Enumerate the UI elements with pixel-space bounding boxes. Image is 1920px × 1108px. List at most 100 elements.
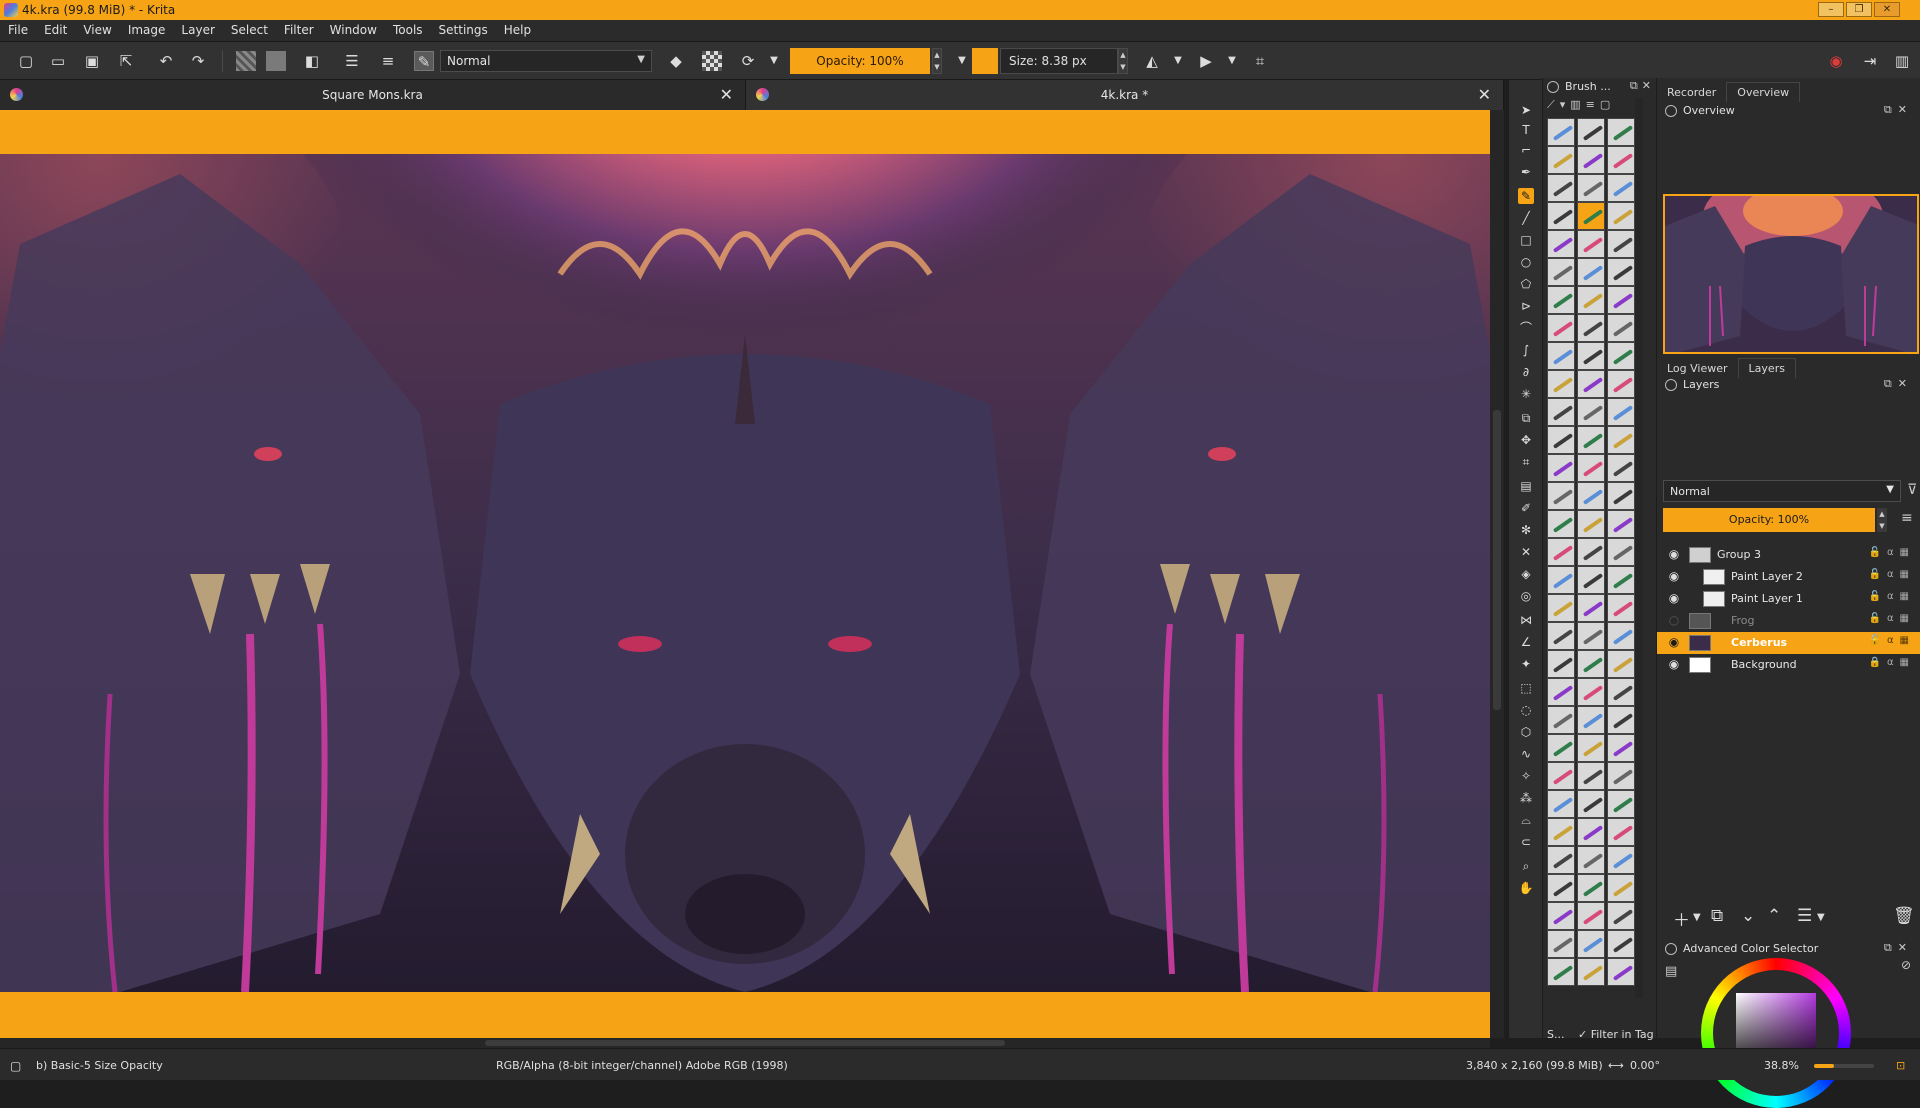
tab-recorder[interactable]: Recorder: [1657, 83, 1726, 103]
horizontal-scrollbar[interactable]: [0, 1038, 1490, 1048]
brush-search-label[interactable]: S...: [1547, 1028, 1564, 1041]
brush-preset-item[interactable]: [1577, 762, 1605, 790]
mirror-horizontal-icon[interactable]: ◭: [1142, 51, 1162, 71]
opacity-spinner[interactable]: ▲ ▼: [932, 48, 942, 74]
menu-settings[interactable]: Settings: [431, 20, 496, 42]
pan-tool-icon[interactable]: ✋: [1518, 880, 1534, 896]
color-sampler-tool-icon[interactable]: ✐: [1518, 500, 1534, 516]
brush-preset-item[interactable]: [1577, 622, 1605, 650]
freehand-brush-tool-icon[interactable]: ✎: [1518, 188, 1534, 204]
eraser-icon[interactable]: ◆: [666, 51, 686, 71]
brush-preset-item[interactable]: [1577, 230, 1605, 258]
visibility-eye-icon[interactable]: ◉: [1667, 657, 1681, 671]
assistant-tool-icon[interactable]: ⋈: [1518, 612, 1534, 628]
close-icon[interactable]: ✕: [1478, 85, 1491, 104]
brush-preset-item[interactable]: [1547, 594, 1575, 622]
layer-opacity-spinner[interactable]: ▲ ▼: [1877, 508, 1887, 532]
chevron-down-icon[interactable]: ▼: [952, 51, 972, 71]
layer-flags[interactable]: 🔓α▦: [1869, 569, 1916, 580]
multibrush-tool-icon[interactable]: ✳: [1518, 386, 1534, 402]
brush-preset-item[interactable]: [1547, 398, 1575, 426]
brush-preset-item[interactable]: [1607, 482, 1635, 510]
mirror-vertical-icon[interactable]: ▶: [1196, 51, 1216, 71]
brush-preset-item[interactable]: [1547, 790, 1575, 818]
dynamic-brush-tool-icon[interactable]: ∂: [1518, 364, 1534, 380]
workspace-icon[interactable]: ▥: [1892, 51, 1912, 71]
brush-preset-item[interactable]: [1577, 650, 1605, 678]
layer-blend-mode-select[interactable]: Normal ▼: [1663, 480, 1901, 502]
close-icon[interactable]: ✕: [720, 85, 733, 104]
brush-preset-item[interactable]: [1607, 314, 1635, 342]
maximize-button[interactable]: ❐: [1846, 2, 1872, 17]
brush-preset-item[interactable]: [1607, 706, 1635, 734]
brush-preset-item[interactable]: [1607, 538, 1635, 566]
layer-flags[interactable]: 🔓α▦: [1869, 591, 1916, 602]
brush-preset-item[interactable]: [1577, 734, 1605, 762]
brush-preset-item[interactable]: [1607, 426, 1635, 454]
brush-preset-item[interactable]: [1547, 734, 1575, 762]
brush-preset-item[interactable]: [1547, 314, 1575, 342]
size-spinner[interactable]: ▲ ▼: [1118, 48, 1128, 74]
menu-image[interactable]: Image: [120, 20, 174, 42]
brush-preset-item[interactable]: [1547, 818, 1575, 846]
brush-preset-item[interactable]: [1577, 174, 1605, 202]
gradient-swatch[interactable]: [236, 51, 256, 71]
brush-preset-item[interactable]: [1607, 650, 1635, 678]
menu-filter[interactable]: Filter: [276, 20, 322, 42]
layer-flags[interactable]: 🔓α▦: [1869, 635, 1916, 646]
layer-opacity-slider[interactable]: Opacity: 100%: [1663, 508, 1875, 532]
brush-preset-item[interactable]: [1547, 874, 1575, 902]
brush-preset-item[interactable]: [1577, 678, 1605, 706]
brush-preset-item[interactable]: [1547, 258, 1575, 286]
duplicate-layer-icon[interactable]: ⧉: [1711, 906, 1723, 926]
menu-help[interactable]: Help: [496, 20, 539, 42]
delete-layer-icon[interactable]: 🗑: [1893, 906, 1915, 926]
layer-row-paint-layer-2[interactable]: ◉ Paint Layer 2 🔓α▦: [1657, 566, 1920, 588]
brush-preset-item[interactable]: [1607, 594, 1635, 622]
menu-file[interactable]: File: [0, 20, 36, 42]
chevron-down-icon[interactable]: ▼: [1817, 912, 1825, 923]
brush-preset-item[interactable]: [1577, 482, 1605, 510]
brush-preset-item[interactable]: [1577, 426, 1605, 454]
text-tool-icon[interactable]: T: [1518, 122, 1534, 138]
brush-preset-item[interactable]: [1577, 958, 1605, 986]
layer-row-background[interactable]: ◉ Background 🔒α▦: [1657, 654, 1920, 676]
brush-preset-item[interactable]: [1547, 538, 1575, 566]
move-tool-icon[interactable]: ✥: [1518, 432, 1534, 448]
zoom-slider[interactable]: [1814, 1064, 1874, 1068]
brush-preset-item[interactable]: [1607, 846, 1635, 874]
size-slider[interactable]: Size: 8.38 px: [1000, 48, 1118, 74]
brush-preset-item[interactable]: [1547, 174, 1575, 202]
tab-overview[interactable]: Overview: [1726, 82, 1801, 102]
layer-options-icon[interactable]: ≡: [1901, 510, 1913, 526]
export-icon[interactable]: ⇱: [116, 51, 136, 71]
menu-view[interactable]: View: [75, 20, 119, 42]
chevron-down-icon[interactable]: ▼: [1168, 51, 1188, 71]
colorize-mask-tool-icon[interactable]: ✻: [1518, 522, 1534, 538]
polygon-tool-icon[interactable]: ⬠: [1518, 276, 1534, 292]
brush-preset-item[interactable]: [1547, 146, 1575, 174]
color-history-icon[interactable]: ⊘: [1901, 958, 1911, 972]
zoom-tool-icon[interactable]: ⌕: [1518, 858, 1534, 874]
brush-preset-item[interactable]: [1547, 118, 1575, 146]
brush-preset-item[interactable]: [1577, 398, 1605, 426]
magnetic-select-tool-icon[interactable]: ⊂: [1518, 834, 1534, 850]
move-layer-down-icon[interactable]: ⌄: [1741, 906, 1755, 926]
opacity-slider[interactable]: Opacity: 100%: [790, 48, 930, 74]
docker-window-buttons[interactable]: ⧉✕: [1884, 103, 1913, 117]
polyline-tool-icon[interactable]: ⊳: [1518, 298, 1534, 314]
line-tool-icon[interactable]: ╱: [1518, 210, 1534, 226]
brush-preset-item[interactable]: [1607, 958, 1635, 986]
brush-scrollbar[interactable]: [1635, 98, 1643, 998]
brush-preset-item[interactable]: [1547, 426, 1575, 454]
zoom-fit-icon[interactable]: ⊡: [1896, 1059, 1905, 1072]
brush-preset-item[interactable]: [1547, 370, 1575, 398]
reference-tool-icon[interactable]: ✦: [1518, 656, 1534, 672]
close-window-button[interactable]: ✕: [1874, 2, 1900, 17]
tab-4k[interactable]: 4k.kra * ✕: [746, 80, 1504, 110]
brush-preset-item[interactable]: [1547, 650, 1575, 678]
smart-patch-tool-icon[interactable]: ✕: [1518, 544, 1534, 560]
brush-preset-item[interactable]: [1607, 202, 1635, 230]
brush-preset-item[interactable]: [1577, 594, 1605, 622]
overview-thumbnail[interactable]: [1663, 194, 1919, 354]
